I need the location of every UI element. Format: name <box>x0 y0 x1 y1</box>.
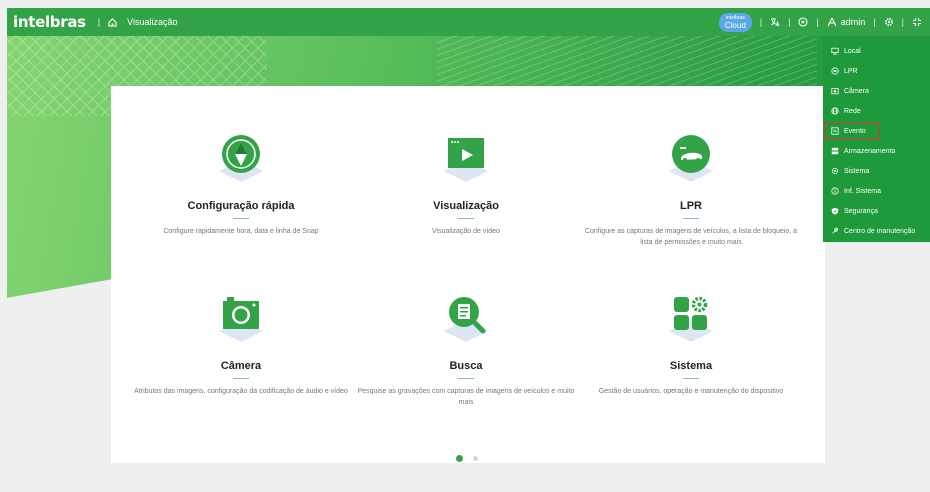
home-icon[interactable] <box>108 17 117 27</box>
tile-title: Sistema <box>669 360 713 372</box>
tile-busca[interactable]: Busca Pesquise as gravações com capturas… <box>356 294 576 408</box>
tile-title: Busca <box>449 360 483 372</box>
menu-item-label: Câmera <box>844 87 869 95</box>
fullscreen-icon[interactable] <box>912 17 922 27</box>
menu-item-label: LPR <box>844 67 858 75</box>
separator: | <box>873 17 876 27</box>
breadcrumb: Visualização <box>108 17 178 27</box>
breadcrumb-current[interactable]: Visualização <box>127 17 177 27</box>
separator: | <box>788 17 791 27</box>
gear-icon <box>831 167 839 175</box>
menu-item-rede[interactable]: Rede <box>823 101 930 121</box>
plate-icon <box>831 67 839 75</box>
menu-item-label: Evento <box>844 127 866 135</box>
tile-divider <box>683 378 699 379</box>
help-icon[interactable] <box>798 17 809 27</box>
event-icon <box>831 127 839 135</box>
user-icon <box>827 17 837 27</box>
tile-description: Pesquise as gravações com capturas de im… <box>357 388 575 406</box>
separator: | <box>97 17 101 27</box>
menu-item-label: Sistema <box>844 167 870 175</box>
tile-description: Configure rapidamente hora, data e linha… <box>163 228 319 235</box>
menu-item-evento[interactable]: Evento <box>823 121 930 141</box>
top-bar: intelbras | Visualização intelbras Cloud… <box>7 8 930 36</box>
tile-configuracao-rapida[interactable]: Configuração rápida Configure rapidament… <box>131 134 351 237</box>
menu-item-armazenamento[interactable]: Armazenamento <box>823 141 930 161</box>
tile-title: Câmera <box>220 360 262 372</box>
menu-item-label: Armazenamento <box>844 147 896 155</box>
menu-item-lpr[interactable]: LPR <box>823 61 930 81</box>
gear-icon[interactable] <box>884 17 894 27</box>
menu-item-label: Centro de manutenção <box>844 227 916 235</box>
tile-description: Atributos das imagens, configuração da c… <box>134 388 348 395</box>
tile-divider <box>233 218 249 219</box>
monitor-icon <box>831 47 839 55</box>
camera-icon <box>221 294 261 334</box>
cloud-badge-label: Cloud <box>724 20 746 30</box>
tile-lpr[interactable]: LPR Configure as capturas de imagens de … <box>581 134 801 248</box>
language-icon[interactable] <box>770 17 780 27</box>
tile-divider <box>458 218 474 219</box>
separator: | <box>901 17 904 27</box>
menu-item-centro-de-manutencao[interactable]: Centro de manutenção <box>823 221 930 241</box>
tile-title: LPR <box>680 200 702 212</box>
search-document-icon <box>446 294 486 334</box>
menu-item-label: Rede <box>844 107 861 115</box>
tile-description: Configure as capturas de imagens de veíc… <box>584 228 798 246</box>
menu-item-sistema[interactable]: Sistema <box>823 161 930 181</box>
globe-icon <box>831 107 839 115</box>
camera-icon <box>831 87 839 95</box>
brand-logo: intelbras <box>13 13 86 31</box>
home-card: Configuração rápida Configure rapidament… <box>111 86 825 463</box>
tile-description: Gestão de usuários, operação e manutençã… <box>598 388 784 395</box>
info-icon <box>831 187 839 195</box>
menu-item-seguranca[interactable]: Segurança <box>823 201 930 221</box>
tile-divider <box>233 378 249 379</box>
car-plate-icon <box>671 134 711 174</box>
menu-item-label: Inf. Sistema <box>844 187 881 195</box>
menu-item-label: Segurança <box>844 207 878 215</box>
toolbar: intelbras Cloud | | | admin | | <box>718 12 930 32</box>
user-name[interactable]: admin <box>841 17 866 27</box>
separator: | <box>759 17 763 27</box>
tile-sistema[interactable]: Sistema Gestão de usuários, operação e m… <box>581 294 801 397</box>
settings-dropdown-menu: Local LPR Câmera Rede Evento Armazenamen… <box>823 36 930 242</box>
compass-icon <box>221 134 261 174</box>
storage-icon <box>831 147 839 155</box>
menu-item-camera[interactable]: Câmera <box>823 81 930 101</box>
tile-title: Configuração rápida <box>187 200 295 212</box>
pagination-dots <box>456 455 478 462</box>
menu-item-inf-sistema[interactable]: Inf. Sistema <box>823 181 930 201</box>
video-play-icon <box>446 134 486 174</box>
shield-icon <box>831 207 839 215</box>
pagination-dot-active[interactable] <box>456 455 463 462</box>
cloud-button[interactable]: intelbras Cloud <box>718 12 752 32</box>
tile-divider <box>683 218 699 219</box>
tile-visualizacao[interactable]: Visualização Visualização de vídeo <box>356 134 576 237</box>
menu-item-local[interactable]: Local <box>823 41 930 61</box>
tile-camera[interactable]: Câmera Atributos das imagens, configuraç… <box>131 294 351 397</box>
separator: | <box>816 17 819 27</box>
menu-item-label: Local <box>844 47 861 55</box>
maintenance-icon <box>831 227 839 235</box>
tile-title: Visualização <box>433 200 499 212</box>
pagination-dot[interactable] <box>473 456 478 461</box>
tile-divider <box>458 378 474 379</box>
system-grid-icon <box>671 294 711 334</box>
tile-description: Visualização de vídeo <box>432 228 500 235</box>
